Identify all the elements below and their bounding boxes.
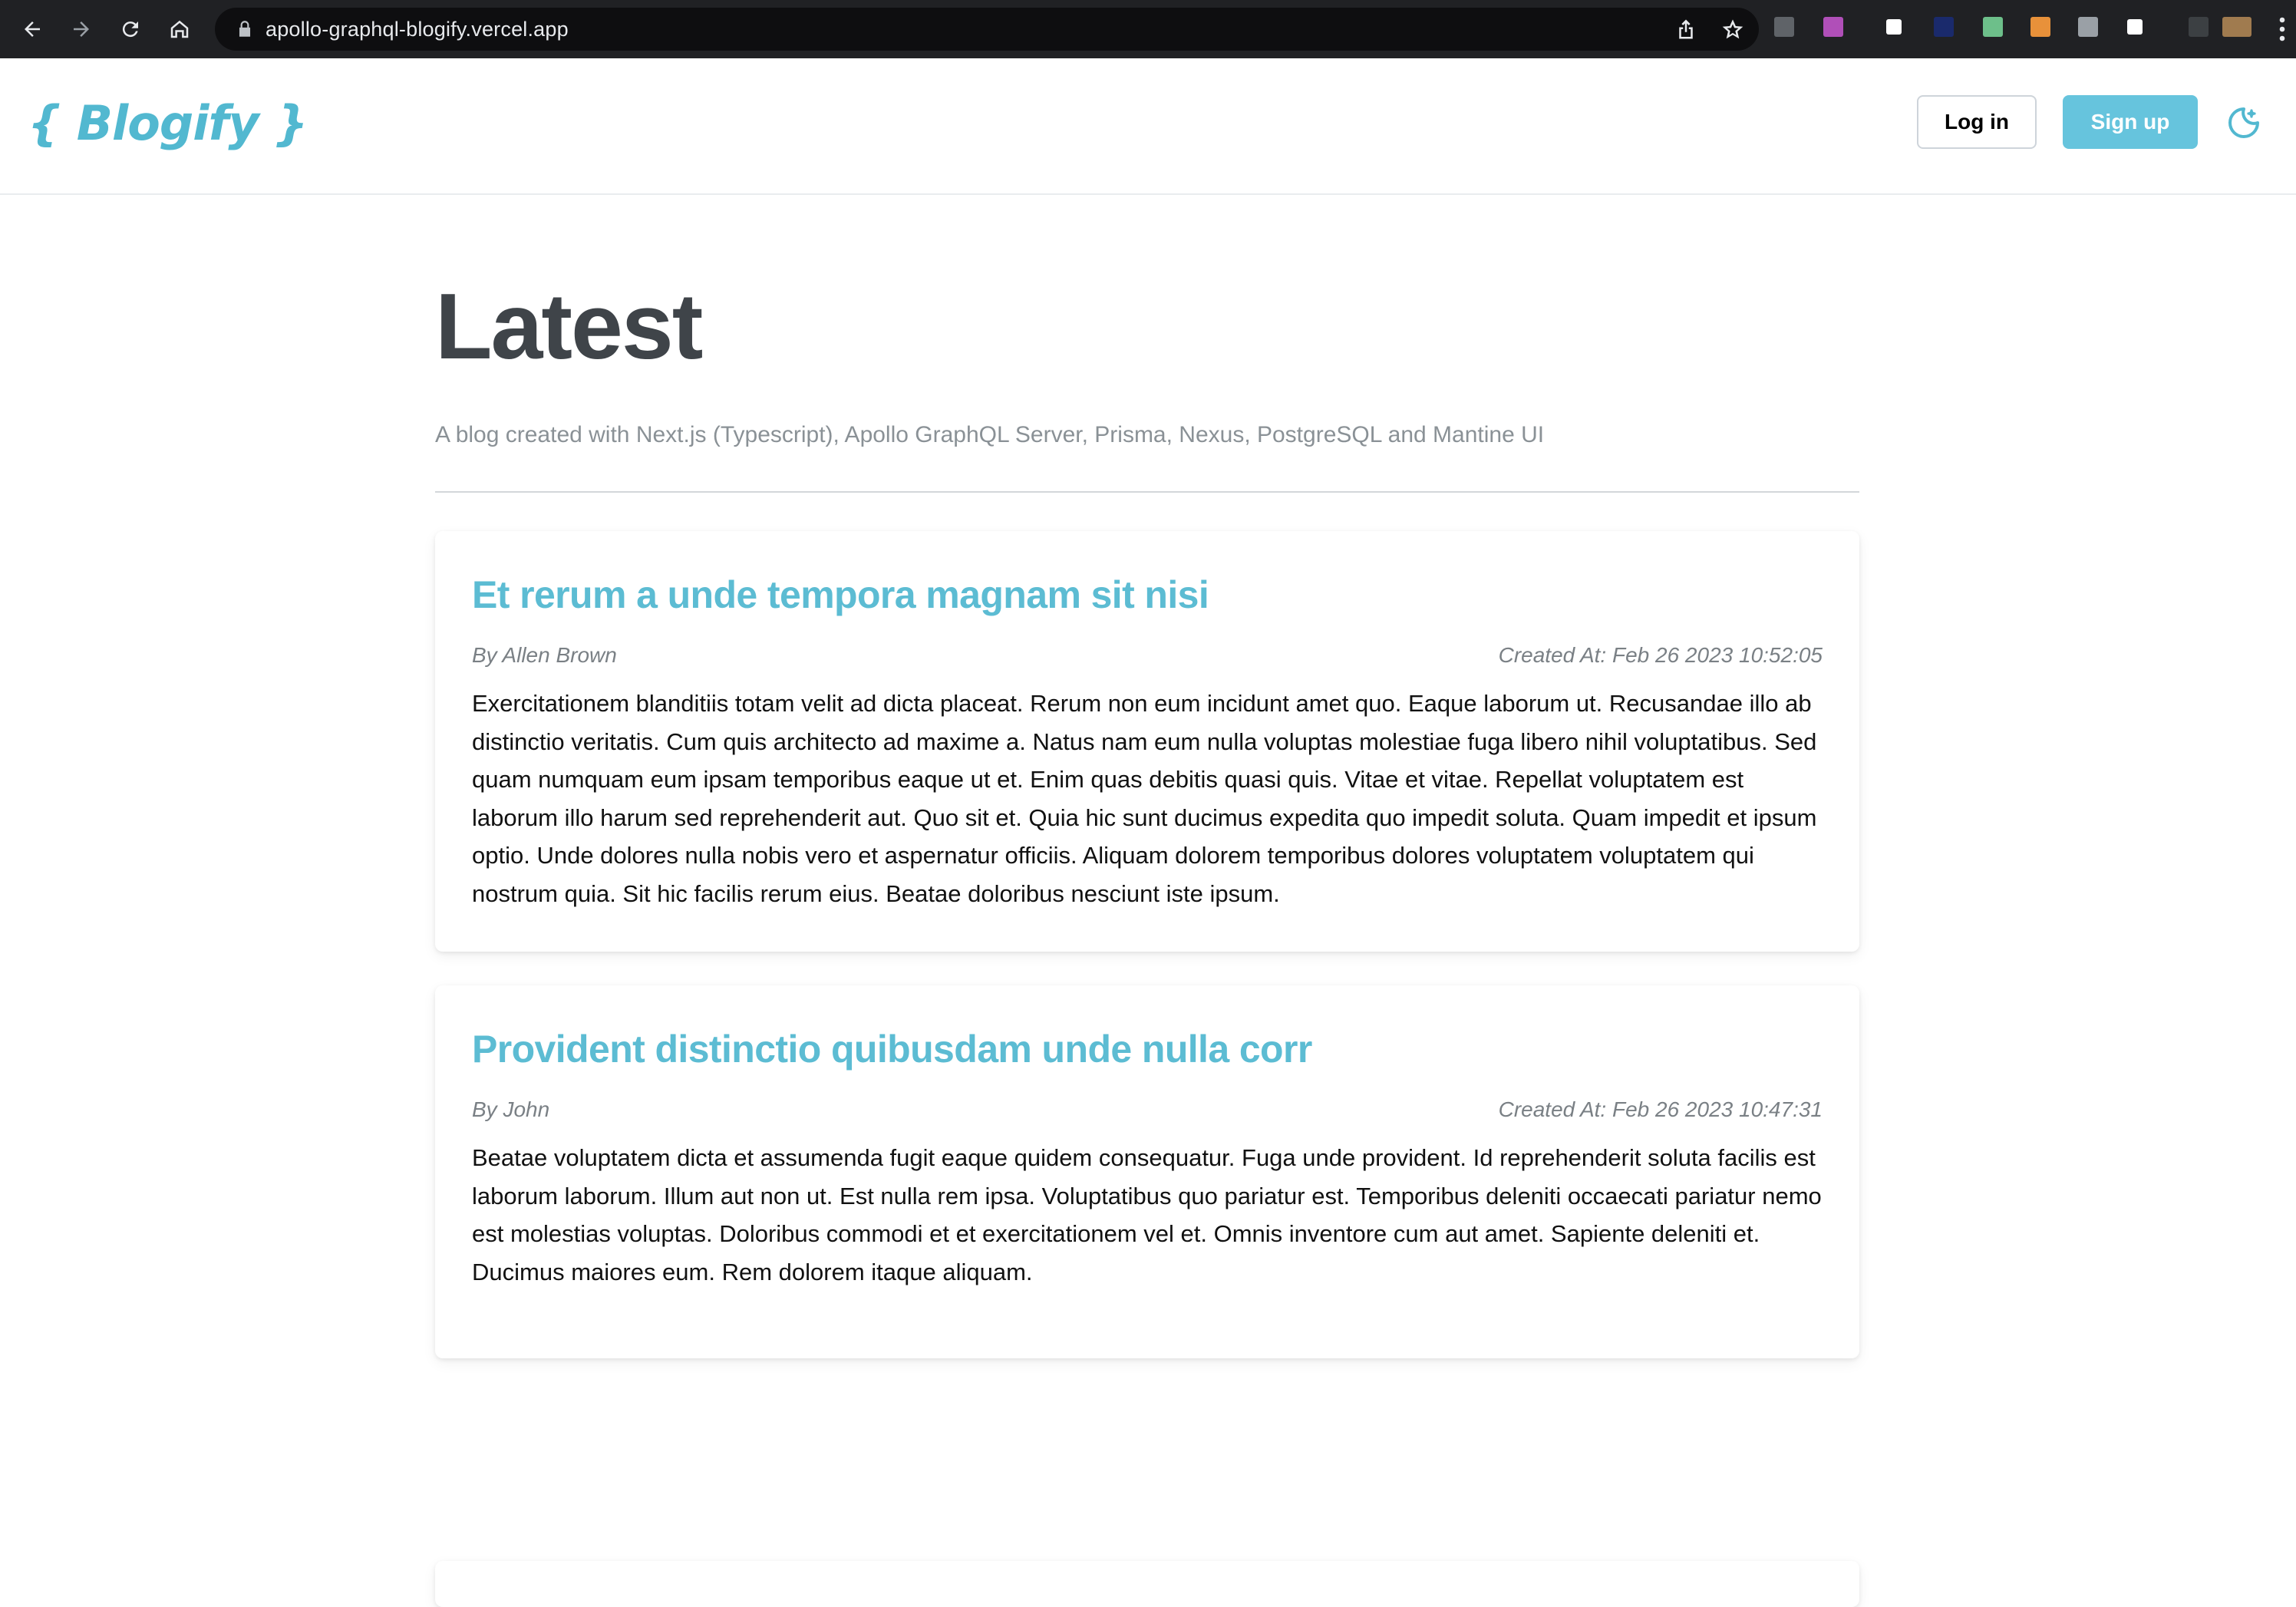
lock-icon <box>239 21 251 37</box>
post-excerpt: Beatae voluptatem dicta et assumenda fug… <box>472 1144 1822 1285</box>
extension-icon[interactable] <box>1774 17 1794 37</box>
extension-icon[interactable] <box>1983 17 2003 37</box>
site-header: { Blogify } Log in Sign up <box>0 58 2296 195</box>
extension-icon[interactable] <box>1823 17 1843 37</box>
arrow-right-icon <box>74 21 89 37</box>
moon-stars-icon[interactable] <box>2225 104 2262 141</box>
extension-icon[interactable] <box>2030 17 2050 37</box>
signup-button[interactable]: Sign up <box>2063 95 2198 149</box>
extension-icon[interactable] <box>2189 17 2209 37</box>
home-button[interactable] <box>163 12 196 46</box>
post-card: Et rerum a unde tempora magnam sit nisi … <box>435 531 1859 952</box>
share-icon[interactable] <box>1674 18 1697 41</box>
login-button[interactable]: Log in <box>1917 95 2037 149</box>
back-button[interactable] <box>15 12 49 46</box>
page-subtitle: A blog created with Next.js (Typescript)… <box>435 422 1545 447</box>
extension-icon[interactable] <box>2127 19 2143 35</box>
reload-icon <box>122 21 138 38</box>
post-created-at: Created At: Feb 26 2023 10:47:31 <box>1498 1097 1823 1121</box>
divider <box>435 491 1859 493</box>
post-excerpt: Exercitationem blanditiis totam velit ad… <box>472 690 1817 907</box>
kebab-menu-icon[interactable] <box>2275 15 2290 43</box>
browser-toolbar: apollo-graphql-blogify.vercel.app <box>0 0 2296 58</box>
post-card <box>435 1561 1859 1607</box>
forward-button[interactable] <box>64 12 98 46</box>
reload-button[interactable] <box>114 12 147 46</box>
extension-icon[interactable] <box>2078 17 2098 37</box>
post-created-at: Created At: Feb 26 2023 10:52:05 <box>1498 643 1823 667</box>
extension-icon[interactable] <box>1934 17 1954 37</box>
site-logo[interactable]: { Blogify } <box>28 95 308 151</box>
post-title-link[interactable]: Provident distinctio quibusdam unde null… <box>472 1027 1312 1071</box>
post-author: By Allen Brown <box>472 643 617 667</box>
page-title: Latest <box>435 274 703 378</box>
post-author: By John <box>472 1097 550 1121</box>
post-card: Provident distinctio quibusdam unde null… <box>435 985 1859 1358</box>
profile-avatar[interactable] <box>2222 17 2251 37</box>
extension-icon[interactable] <box>1886 19 1902 35</box>
post-title-link[interactable]: Et rerum a unde tempora magnam sit nisi <box>472 573 1209 617</box>
url-text: apollo-graphql-blogify.vercel.app <box>266 18 569 41</box>
address-bar[interactable]: apollo-graphql-blogify.vercel.app <box>215 8 1759 51</box>
bookmark-star-icon[interactable] <box>1720 17 1745 41</box>
arrow-left-icon <box>25 21 40 37</box>
home-icon <box>170 20 189 38</box>
